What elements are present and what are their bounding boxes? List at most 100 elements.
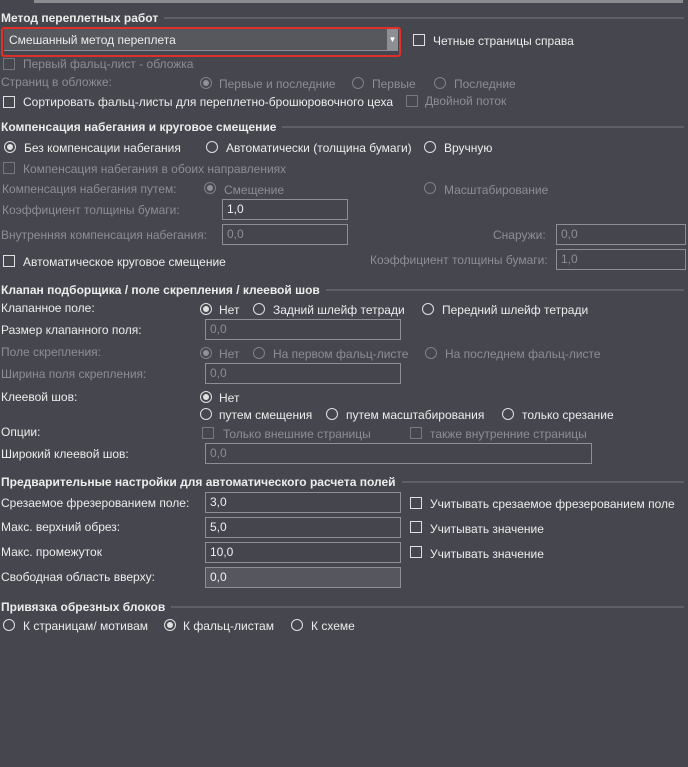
- anchor-sheets-radio[interactable]: [164, 619, 176, 631]
- paper-factor-input[interactable]: 1,0: [222, 199, 348, 220]
- inner-creep-input[interactable]: 0,0: [222, 224, 348, 245]
- section-binding-method: Метод переплетных работ: [1, 11, 684, 25]
- section-title: Привязка обрезных блоков: [1, 600, 166, 614]
- outer-creep-label: Снаружи:: [493, 228, 546, 242]
- lip-label: Клапанное поле:: [1, 301, 95, 315]
- cover-option-label: Последние: [454, 77, 516, 91]
- first-sheet-cover-checkbox[interactable]: [3, 58, 15, 70]
- section-lip: Клапан подборщика / поле скрепления / кл…: [1, 283, 684, 297]
- gap-checkbox[interactable]: [410, 546, 422, 558]
- binding-field-option: На первом фальц-листе: [273, 347, 409, 361]
- lip-option-label: Передний шлейф тетради: [442, 303, 589, 317]
- binding-method-dropdown[interactable]: Смешанный метод переплета ▼: [4, 29, 398, 51]
- anchor-option-label: К схеме: [311, 619, 355, 633]
- first-sheet-cover-label: Первый фальц-лист - обложка: [23, 57, 194, 71]
- section-title: Метод переплетных работ: [1, 11, 159, 25]
- even-pages-right-checkbox[interactable]: [413, 34, 425, 46]
- top-bar: [34, 0, 683, 3]
- anchor-pages-radio[interactable]: [3, 619, 15, 631]
- glue-none-radio[interactable]: [200, 391, 212, 403]
- lip-front-radio[interactable]: [422, 303, 434, 315]
- anchor-scheme-radio[interactable]: [291, 619, 303, 631]
- glue-shift-radio[interactable]: [200, 408, 212, 420]
- cover-first-last-radio[interactable]: [200, 77, 212, 89]
- glue-option-label: Нет: [219, 391, 240, 405]
- both-directions-checkbox[interactable]: [3, 162, 15, 174]
- auto-shift-label: Автоматическое круговое смещение: [23, 255, 226, 269]
- gap-check-label: Учитывать значение: [430, 547, 544, 561]
- outer-pages-label: Только внешние страницы: [223, 427, 371, 441]
- creep-auto-radio[interactable]: [206, 141, 218, 153]
- binding-field-none-radio[interactable]: [200, 347, 212, 359]
- creep-scale-radio[interactable]: [424, 182, 436, 194]
- lip-none-radio[interactable]: [200, 303, 212, 315]
- free-top-input[interactable]: 0,0: [205, 567, 401, 588]
- top-trim-input[interactable]: 5,0: [205, 517, 401, 538]
- glue-scale-radio[interactable]: [326, 408, 338, 420]
- binding-width-label: Ширина поля скрепления:: [1, 367, 147, 381]
- outer-creep-input[interactable]: 0,0: [556, 224, 686, 245]
- binding-field-option: На последнем фальц-листе: [445, 347, 601, 361]
- double-stream-checkbox[interactable]: [406, 95, 418, 107]
- glue-label: Клеевой шов:: [1, 390, 78, 404]
- anchor-option-label: К страницам/ мотивам: [23, 619, 148, 633]
- lip-option-label: Задний шлейф тетради: [273, 303, 405, 317]
- lip-size-label: Размер клапанного поля:: [1, 323, 142, 337]
- section-title: Предварительные настройки для автоматиче…: [1, 475, 396, 489]
- section-anchor: Привязка обрезных блоков: [1, 600, 684, 614]
- creep-none-radio[interactable]: [4, 141, 16, 153]
- milling-label: Срезаемое фрезерованием поле:: [1, 496, 190, 510]
- creep-method-label: Компенсация набегания путем:: [2, 182, 177, 196]
- cover-last-radio[interactable]: [434, 77, 446, 89]
- glue-trim-radio[interactable]: [502, 408, 514, 420]
- double-stream-label: Двойной поток: [425, 94, 507, 108]
- milling-input[interactable]: 3,0: [205, 492, 401, 513]
- dropdown-value: Смешанный метод переплета: [9, 33, 176, 47]
- creep-mode-label: Без компенсации набегания: [24, 141, 181, 155]
- cover-pages-label: Страниц в обложке:: [1, 75, 112, 89]
- section-presets: Предварительные настройки для автоматиче…: [1, 475, 684, 489]
- wide-glue-input[interactable]: 0,0: [205, 443, 592, 464]
- lip-size-input[interactable]: 0,0: [205, 319, 401, 340]
- free-top-label: Свободная область вверху:: [1, 570, 155, 584]
- paper-factor2-input[interactable]: 1,0: [556, 249, 686, 270]
- inner-pages-label: также внутренние страницы: [430, 427, 587, 441]
- creep-mode-label: Автоматически (толщина бумаги): [226, 141, 412, 155]
- outer-pages-checkbox[interactable]: [202, 427, 214, 439]
- binding-width-input[interactable]: 0,0: [205, 363, 401, 384]
- creep-method-option: Смещение: [224, 183, 285, 197]
- both-directions-label: Компенсация набегания в обоих направлени…: [23, 162, 287, 176]
- lip-option-label: Нет: [219, 303, 240, 317]
- creep-mode-label: Вручную: [444, 141, 493, 155]
- anchor-option-label: К фальц-листам: [183, 619, 274, 633]
- lip-back-radio[interactable]: [253, 303, 265, 315]
- sort-sheets-checkbox[interactable]: [3, 96, 15, 108]
- glue-option-label: путем масштабирования: [346, 408, 485, 422]
- inner-pages-checkbox[interactable]: [410, 427, 422, 439]
- inner-creep-label: Внутренняя компенсация набегания:: [1, 228, 207, 242]
- even-pages-right-label: Четные страницы справа: [433, 34, 574, 48]
- binding-field-first-radio[interactable]: [253, 347, 265, 359]
- binding-field-label: Поле скрепления:: [1, 345, 101, 359]
- creep-manual-radio[interactable]: [424, 141, 436, 153]
- wide-glue-label: Широкий клеевой шов:: [1, 447, 129, 461]
- top-trim-label: Макс. верхний обрез:: [1, 520, 121, 534]
- gap-label: Макс. промежуток: [1, 545, 102, 559]
- section-title: Клапан подборщика / поле скрепления / кл…: [1, 283, 320, 297]
- cover-option-label: Первые: [372, 77, 416, 91]
- milling-check-label: Учитывать срезаемое фрезерованием поле: [430, 497, 675, 511]
- top-trim-check-label: Учитывать значение: [430, 522, 544, 536]
- cover-first-radio[interactable]: [352, 77, 364, 89]
- auto-shift-checkbox[interactable]: [3, 255, 15, 267]
- section-title: Компенсация набегания и круговое смещени…: [1, 120, 277, 134]
- glue-option-label: только срезание: [522, 408, 614, 422]
- top-trim-checkbox[interactable]: [410, 521, 422, 533]
- creep-shift-radio[interactable]: [204, 182, 216, 194]
- glue-option-label: путем смещения: [219, 408, 313, 422]
- gap-input[interactable]: 10,0: [205, 542, 401, 563]
- paper-factor-label: Коэффициент толщины бумаги:: [2, 203, 180, 217]
- section-creep: Компенсация набегания и круговое смещени…: [1, 120, 684, 134]
- chevron-down-icon[interactable]: ▼: [387, 29, 398, 50]
- milling-checkbox[interactable]: [410, 497, 422, 509]
- binding-field-last-radio[interactable]: [425, 347, 437, 359]
